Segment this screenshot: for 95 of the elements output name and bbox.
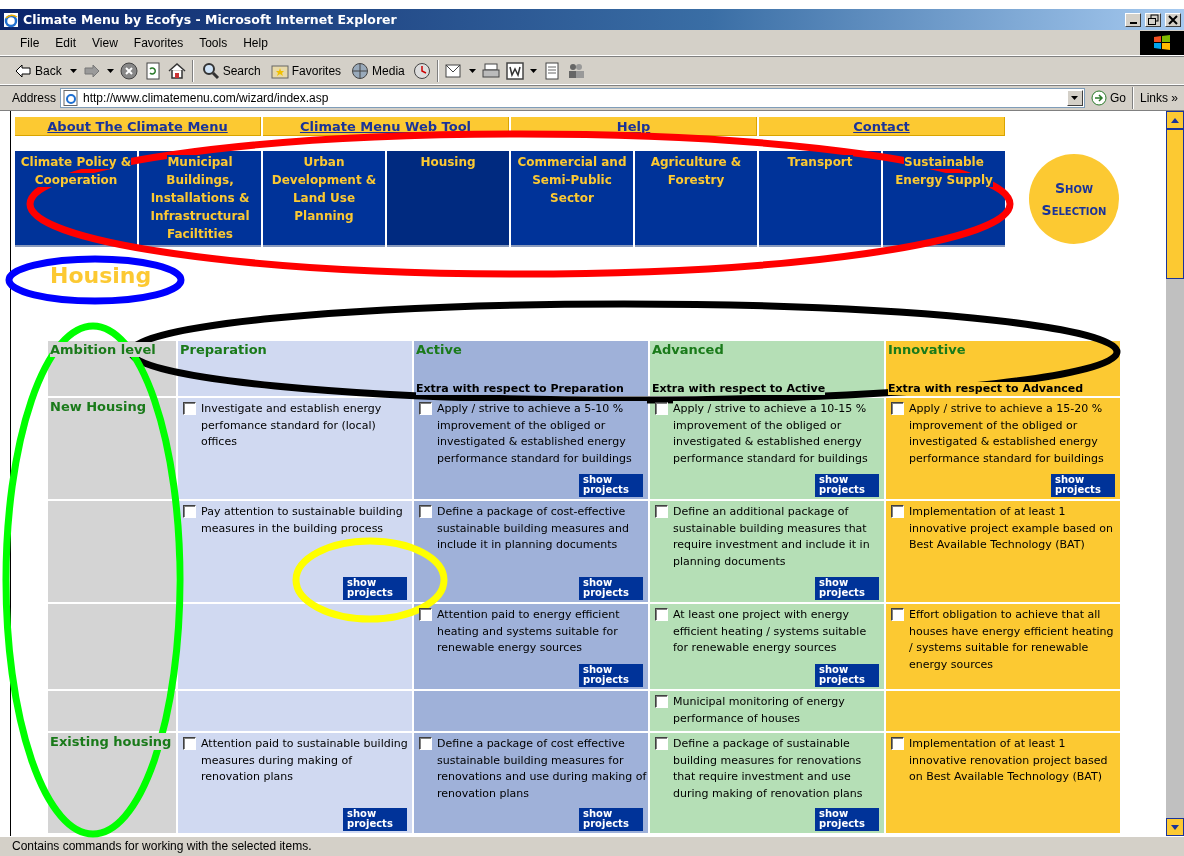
show-projects-button[interactable]: show projects	[579, 474, 643, 497]
home-icon[interactable]	[167, 61, 186, 80]
printer-icon[interactable]	[481, 61, 500, 80]
header-title: Ambition level	[50, 342, 156, 357]
checkbox[interactable]	[655, 695, 668, 708]
menu-item[interactable]: Favorites	[125, 35, 192, 50]
show-projects-button[interactable]: show projects	[579, 664, 643, 687]
checkbox[interactable]	[655, 402, 668, 415]
go-button[interactable]: Go	[1088, 90, 1128, 106]
show-projects-button[interactable]: show projects	[1051, 474, 1115, 497]
header-subtitle: Extra with respect to Preparation	[416, 382, 624, 395]
checkbox[interactable]	[419, 505, 432, 518]
links-button[interactable]: Links »	[1137, 91, 1180, 105]
toolbar-button[interactable]: Favorites	[268, 61, 344, 80]
menu-item[interactable]: File	[12, 35, 48, 50]
header-title: Active	[416, 342, 462, 357]
address-label: Address	[12, 91, 57, 105]
measure-text: Define a package of cost effective sustainable building measures for renovations and use during making of renovation plans	[437, 736, 647, 802]
category-tile[interactable]: Housing	[387, 151, 509, 247]
scroll-up-icon[interactable]	[1171, 117, 1179, 123]
category-tile[interactable]: Transport	[759, 151, 881, 247]
browser-icon	[3, 11, 19, 28]
header-subtitle: Extra with respect to Advanced	[888, 382, 1084, 395]
checkbox[interactable]	[183, 402, 196, 415]
scrollbar-thumb[interactable]	[1166, 129, 1184, 279]
checkbox[interactable]	[419, 737, 432, 750]
people-icon[interactable]	[566, 61, 585, 80]
search-icon	[201, 61, 220, 80]
checkbox[interactable]	[891, 737, 904, 750]
checkbox[interactable]	[655, 505, 668, 518]
measure-text: Apply / strive to achieve a 5-10 % improvement of the obliged or investigated & established energy performance standard for buildings	[437, 401, 647, 467]
checkbox[interactable]	[891, 505, 904, 518]
show-projects-button[interactable]: show projects	[343, 577, 407, 600]
address-field[interactable]: http://www.climatemenu.com/wizard/index.asp	[60, 88, 1085, 108]
address-text: http://www.climatemenu.com/wizard/index.asp	[83, 91, 329, 105]
show-projects-button[interactable]: show projects	[815, 577, 879, 600]
nav-link[interactable]: About The Climate Menu	[15, 117, 261, 136]
checkbox[interactable]	[891, 402, 904, 415]
refresh-icon[interactable]	[143, 61, 162, 80]
toolbar-button[interactable]: Search	[199, 61, 263, 80]
category-tile[interactable]: Commercial and Semi-Public Sector	[511, 151, 633, 247]
restore-icon	[1147, 13, 1159, 26]
checkbox[interactable]	[183, 505, 196, 518]
dropdown-caret-icon[interactable]	[69, 68, 77, 73]
dropdown-caret-icon[interactable]	[106, 68, 114, 73]
toolbar-button[interactable]: Back	[12, 61, 64, 80]
show-projects-button[interactable]: show projects	[343, 808, 407, 831]
close-button[interactable]	[1165, 12, 1181, 27]
close-icon	[1167, 13, 1179, 26]
category-tile[interactable]: Municipal Buildings, Installations & Infrastructural Faciltities	[139, 151, 261, 247]
header-title: Advanced	[652, 342, 724, 357]
show-projects-button[interactable]: show projects	[579, 808, 643, 831]
window-title: Climate Menu by Ecofys - Microsoft Internet Explorer	[23, 12, 398, 27]
dropdown-caret-icon[interactable]	[468, 68, 476, 73]
dropdown-caret-icon[interactable]	[529, 68, 537, 73]
checkbox[interactable]	[655, 737, 668, 750]
nav-link[interactable]: Contact	[759, 117, 1005, 136]
menu-item[interactable]: Help	[235, 35, 276, 50]
page-icon	[63, 90, 80, 106]
windows-logo	[1140, 30, 1184, 55]
menu-item[interactable]: View	[84, 35, 126, 50]
row-label: Existing housing	[48, 733, 174, 750]
checkbox[interactable]	[655, 608, 668, 621]
mail-icon[interactable]	[444, 61, 463, 80]
show-selection-button[interactable]: Show Selection	[1029, 154, 1119, 244]
dropdown-arrow-icon[interactable]	[1071, 96, 1079, 100]
restore-button[interactable]	[1145, 12, 1161, 27]
show-projects-button[interactable]: show projects	[815, 664, 879, 687]
menu-item[interactable]: Tools	[191, 35, 236, 50]
header-title: Preparation	[180, 342, 267, 357]
header-title: Innovative	[888, 342, 966, 357]
checkbox[interactable]	[891, 608, 904, 621]
scroll-down-icon[interactable]	[1171, 824, 1179, 830]
minimize-icon	[1129, 22, 1137, 24]
menu-item[interactable]: Edit	[47, 35, 85, 50]
checkbox[interactable]	[183, 737, 196, 750]
toolbar-button[interactable]: Media	[349, 61, 407, 80]
category-tile[interactable]: Climate Policy & Cooperation	[15, 151, 137, 247]
checkbox[interactable]	[419, 402, 432, 415]
show-projects-button[interactable]: show projects	[815, 474, 879, 497]
status-text: Contains commands for working with the selected items.	[0, 836, 1184, 856]
header-subtitle: Extra with respect to Active	[652, 382, 826, 395]
category-tile[interactable]: Agriculture & Forestry	[635, 151, 757, 247]
clock-icon[interactable]	[412, 61, 431, 80]
globe-icon	[351, 61, 370, 80]
checkbox[interactable]	[419, 608, 432, 621]
edit-document-icon[interactable]	[505, 61, 524, 80]
show-projects-button[interactable]: show projects	[815, 808, 879, 831]
minimize-button[interactable]	[1125, 12, 1141, 27]
stop-icon[interactable]	[119, 61, 138, 80]
page-heading: Housing	[50, 262, 152, 290]
document-icon[interactable]	[542, 61, 561, 80]
category-tile[interactable]: Sustainable Energy Supply	[883, 151, 1005, 247]
category-tile[interactable]: Urban Development & Land Use Planning	[263, 151, 385, 247]
show-projects-button[interactable]: show projects	[579, 577, 643, 600]
